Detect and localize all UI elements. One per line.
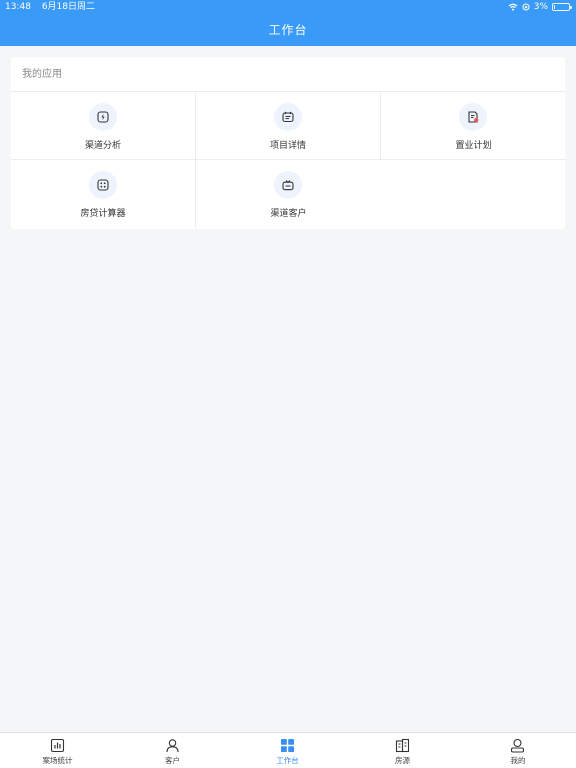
document-edit-icon xyxy=(459,103,487,131)
status-date: 6月18日周二 xyxy=(41,2,95,12)
battery-percent: 3% xyxy=(533,2,548,12)
building-icon xyxy=(395,738,410,753)
app-label: 渠道分析 xyxy=(84,141,121,151)
battery-icon xyxy=(552,3,572,11)
customer-card-icon xyxy=(274,171,302,199)
tab-label: 案场统计 xyxy=(42,756,73,765)
app-channel-customers[interactable]: 渠道客户 xyxy=(196,160,381,228)
tab-label: 工作台 xyxy=(276,756,299,765)
status-time: 13:48 xyxy=(5,2,31,12)
calculator-icon xyxy=(89,171,117,199)
section-title: 我的应用 xyxy=(11,57,565,92)
tab-workbench[interactable]: 工作台 xyxy=(230,733,345,768)
app-purchase-plan[interactable]: 置业计划 xyxy=(381,92,566,160)
app-label: 项目详情 xyxy=(269,141,306,151)
calendar-icon xyxy=(274,103,302,131)
app-channel-analysis[interactable]: 渠道分析 xyxy=(11,92,196,160)
status-bar: 13:48 6月18日周二 3% xyxy=(0,0,576,14)
profile-icon xyxy=(510,738,525,753)
tab-label: 房源 xyxy=(395,756,410,765)
bar-chart-icon xyxy=(50,738,65,753)
grid-icon xyxy=(281,739,294,752)
page-title: 工作台 xyxy=(268,23,308,37)
app-label: 置业计划 xyxy=(455,141,492,151)
tab-listings[interactable]: 房源 xyxy=(345,733,460,768)
app-project-details[interactable]: 项目详情 xyxy=(196,92,381,160)
app-mortgage-calculator[interactable]: 房贷计算器 xyxy=(11,160,196,228)
app-label: 房贷计算器 xyxy=(80,209,126,219)
header: 13:48 6月18日周二 3% 工作台 xyxy=(0,0,576,46)
app-label: 渠道客户 xyxy=(270,209,307,219)
lightning-icon xyxy=(89,103,117,131)
tab-label: 客户 xyxy=(165,756,180,765)
wifi-icon xyxy=(508,3,518,11)
orientation-lock-icon xyxy=(522,3,530,11)
tab-site-statistics[interactable]: 案场统计 xyxy=(0,733,115,768)
bottom-tab-bar: 案场统计 客户 工作台 房源 我的 xyxy=(0,732,576,768)
tab-customers[interactable]: 客户 xyxy=(115,733,230,768)
tab-profile[interactable]: 我的 xyxy=(460,733,576,768)
person-icon xyxy=(166,739,179,753)
tab-label: 我的 xyxy=(510,756,526,765)
app-grid: 渠道分析 项目详情 置业计划 房贷计算器 渠道客户 xyxy=(11,92,566,229)
my-apps-card: 我的应用 渠道分析 项目详情 置业计划 房贷计算器 渠道客户 xyxy=(11,57,566,229)
battery-level xyxy=(554,5,555,9)
